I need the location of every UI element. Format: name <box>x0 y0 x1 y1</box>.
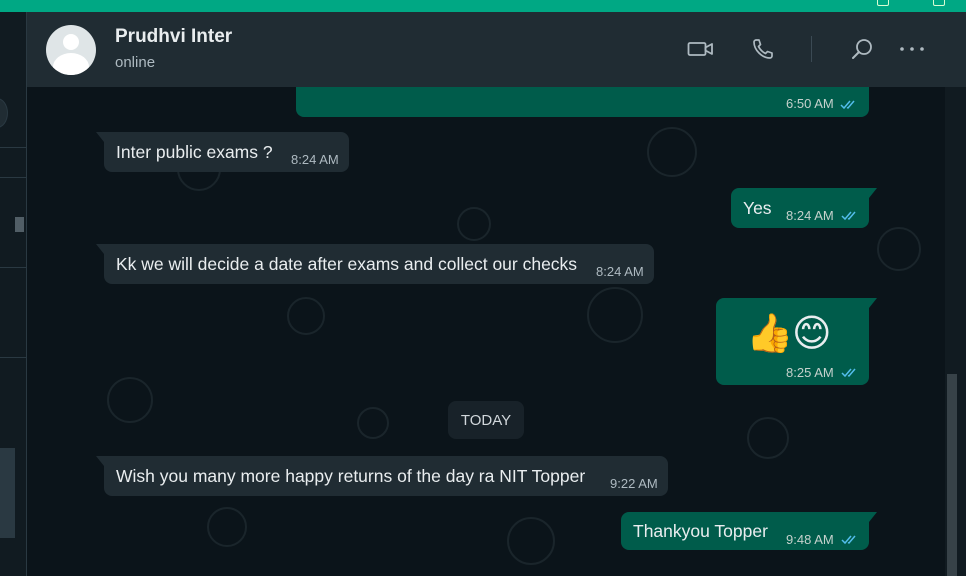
message-time: 8:24 AM <box>786 208 834 223</box>
wallpaper-doodle <box>647 127 697 177</box>
message-bubble-incoming[interactable]: Inter public exams ? 8:24 AM <box>96 132 349 172</box>
message-text: Kk we will decide a date after exams and… <box>116 254 578 274</box>
message-time: 8:25 AM <box>786 365 834 380</box>
message-emoji: 👍 <box>746 313 794 355</box>
window-control-icon[interactable] <box>877 0 889 6</box>
message-bubble-outgoing[interactable]: Yes 8:24 AM <box>731 188 877 228</box>
message-bubble-outgoing[interactable]: 6:50 AM <box>296 87 869 117</box>
header-divider <box>811 36 812 62</box>
chat-list-fragment <box>15 217 24 232</box>
message-text: Inter public exams ? <box>116 142 273 162</box>
message-time: 8:24 AM <box>291 152 339 167</box>
wallpaper-doodle <box>207 507 247 547</box>
search-button[interactable] <box>847 34 877 64</box>
message-time: 9:48 AM <box>786 532 834 547</box>
contact-avatar[interactable] <box>46 25 96 75</box>
message-time: 8:24 AM <box>596 264 644 279</box>
read-receipt-icon <box>841 368 856 378</box>
read-receipt-icon <box>840 100 855 110</box>
video-call-icon <box>687 42 713 56</box>
message-emoji: 😊 <box>792 313 832 355</box>
menu-button[interactable] <box>897 34 927 64</box>
contact-status: online <box>115 54 156 71</box>
scrollbar-thumb[interactable] <box>947 374 957 576</box>
wallpaper-doodle <box>877 227 921 271</box>
window-top-bar <box>0 0 966 12</box>
video-call-button[interactable] <box>686 34 716 64</box>
wallpaper-doodle <box>587 287 643 343</box>
message-time: 6:50 AM <box>786 96 834 111</box>
wallpaper-doodle <box>507 517 555 565</box>
wallpaper-doodle <box>107 377 153 423</box>
menu-icon <box>900 47 924 51</box>
message-list[interactable]: 6:50 AM Inter public exams ? 8:24 AM Yes… <box>27 87 945 576</box>
message-bubble-outgoing[interactable]: Thankyou Topper 9:48 AM <box>621 512 877 550</box>
message-bubble-incoming[interactable]: Kk we will decide a date after exams and… <box>96 244 654 284</box>
message-time: 9:22 AM <box>610 476 658 491</box>
voice-call-icon <box>753 39 773 59</box>
wallpaper-doodle <box>287 297 325 335</box>
wallpaper-doodle <box>747 417 789 459</box>
day-divider: TODAY <box>448 401 524 439</box>
wallpaper-doodle <box>357 407 389 439</box>
search-icon <box>852 39 872 59</box>
message-text: Wish you many more happy returns of the … <box>116 466 586 486</box>
message-text: Yes <box>743 198 772 218</box>
chat-list-pane <box>0 12 27 576</box>
voice-call-button[interactable] <box>748 34 778 64</box>
read-receipt-icon <box>841 211 856 221</box>
message-bubble-incoming[interactable]: Wish you many more happy returns of the … <box>96 456 668 496</box>
window-control-icon[interactable] <box>933 0 945 6</box>
message-bubble-outgoing[interactable]: 👍 😊 8:25 AM <box>716 298 877 385</box>
chat-list-avatar[interactable] <box>0 98 8 128</box>
message-text: Thankyou Topper <box>633 521 768 541</box>
chat-list-selected-row[interactable] <box>0 448 15 538</box>
chat-scrollbar[interactable] <box>945 87 966 576</box>
wallpaper-doodle <box>457 207 491 241</box>
contact-name[interactable]: Prudhvi Inter <box>115 26 232 48</box>
read-receipt-icon <box>841 535 856 545</box>
conversation-header: Prudhvi Inter online <box>27 12 966 87</box>
